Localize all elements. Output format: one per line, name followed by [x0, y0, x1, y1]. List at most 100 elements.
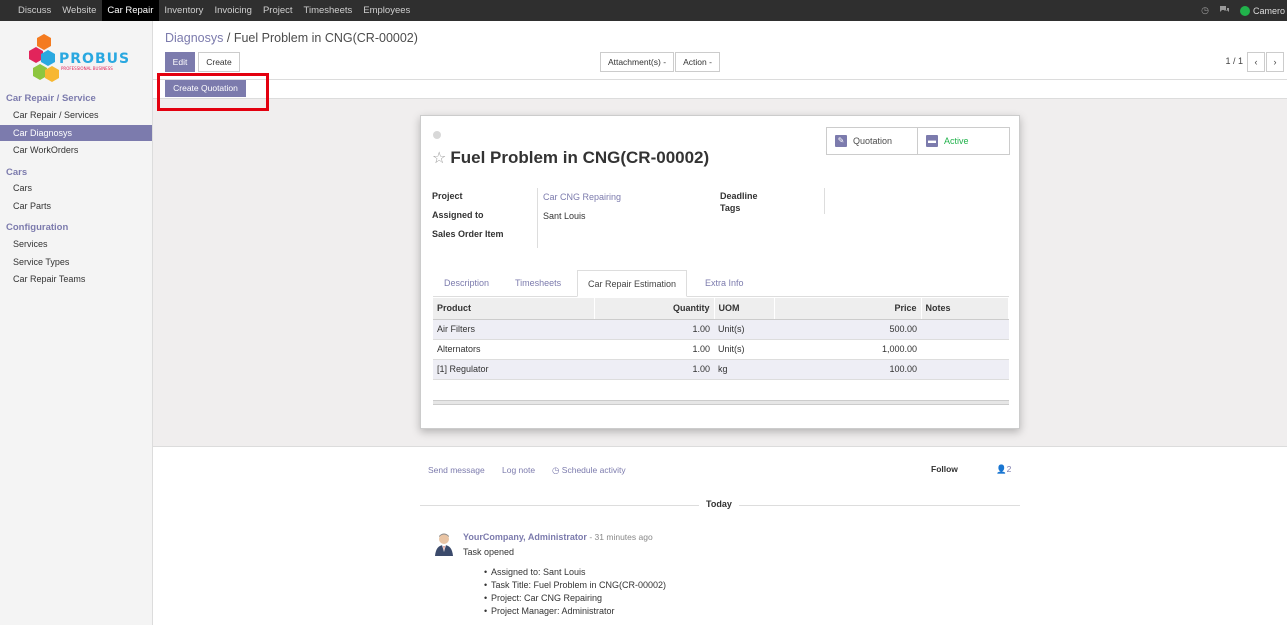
- cell-quantity: 1.00: [594, 319, 714, 340]
- tags-label: Tags: [720, 203, 741, 213]
- breadcrumb: Diagnosys / Fuel Problem in CNG(CR-00002…: [165, 31, 418, 45]
- kanban-state-indicator[interactable]: [433, 131, 441, 139]
- tab-timesheets[interactable]: Timesheets: [505, 270, 571, 297]
- project-field[interactable]: Car CNG Repairing: [543, 192, 621, 202]
- cell-uom: Unit(s): [714, 319, 774, 340]
- menu-timesheets[interactable]: Timesheets: [298, 0, 358, 21]
- cell-notes: [921, 319, 1009, 340]
- menu-discuss[interactable]: Discuss: [0, 0, 57, 21]
- star-icon[interactable]: ☆: [432, 148, 446, 168]
- notebook-tabs: Description Timesheets Car Repair Estima…: [433, 270, 1009, 297]
- tab-extra-info[interactable]: Extra Info: [695, 270, 754, 297]
- cell-price: 1,000.00: [774, 339, 921, 360]
- log-note-link[interactable]: Log note: [502, 465, 535, 475]
- pencil-icon: ✎: [835, 135, 847, 147]
- app-menu: Discuss Website Car Repair Inventory Inv…: [0, 0, 416, 21]
- logo-text: PROBUSE: [59, 51, 128, 67]
- pager-previous-button[interactable]: ‹: [1247, 52, 1265, 72]
- sidebar: PROBUSE PROFESSIONAL BUSINESS Car Repair…: [0, 21, 153, 625]
- sidebar-item-services[interactable]: Services: [0, 236, 152, 252]
- column-price[interactable]: Price: [774, 298, 922, 320]
- tab-car-repair-estimation[interactable]: Car Repair Estimation: [577, 270, 688, 297]
- sidebar-item-cars[interactable]: Cars: [0, 180, 152, 196]
- chevron-right-icon: ›: [1273, 57, 1277, 67]
- active-toggle-button[interactable]: ▬ Active: [917, 127, 1010, 155]
- send-message-link[interactable]: Send message: [428, 465, 485, 475]
- schedule-activity-label: Schedule activity: [561, 465, 626, 475]
- archive-icon: ▬: [926, 135, 938, 147]
- column-uom[interactable]: UOM: [714, 298, 775, 320]
- assigned-to-label: Assigned to: [432, 210, 484, 220]
- list-item: Assigned to: Sant Louis: [484, 566, 666, 579]
- top-navbar: Discuss Website Car Repair Inventory Inv…: [0, 0, 1287, 21]
- record-title-text: Fuel Problem in CNG(CR-00002): [450, 148, 710, 167]
- list-item: Project: Car CNG Repairing: [484, 592, 666, 605]
- user-name: Camero: [1252, 5, 1285, 16]
- cell-quantity: 1.00: [594, 359, 714, 380]
- followers-button[interactable]: 👤2: [996, 464, 1011, 475]
- column-quantity[interactable]: Quantity: [594, 298, 715, 320]
- cell-uom: Unit(s): [714, 339, 774, 360]
- form-sheet: ☆ Fuel Problem in CNG(CR-00002) ✎ Quotat…: [420, 115, 1020, 429]
- sales-order-item-label: Sales Order Item: [432, 229, 504, 239]
- sidebar-item-service-types[interactable]: Service Types: [0, 254, 152, 270]
- breadcrumb-parent[interactable]: Diagnosys: [165, 31, 223, 45]
- sidebar-item-car-workorders[interactable]: Car WorkOrders: [0, 142, 152, 158]
- chat-icon[interactable]: [1219, 5, 1230, 16]
- message-author[interactable]: YourCompany, Administrator: [463, 532, 587, 542]
- list-item: Task Title: Fuel Problem in CNG(CR-00002…: [484, 579, 666, 592]
- attachments-dropdown[interactable]: Attachment(s) -: [600, 52, 674, 72]
- pager-value[interactable]: 1 / 1: [1225, 56, 1243, 66]
- sidebar-section-car-repair: Car Repair / Service: [6, 93, 96, 104]
- users-icon: 👤: [996, 464, 1007, 474]
- schedule-activity-link[interactable]: ◷ Schedule activity: [552, 465, 626, 476]
- pager-next-button[interactable]: ›: [1266, 52, 1284, 72]
- tracking-values: Assigned to: Sant Louis Task Title: Fuel…: [484, 566, 666, 618]
- message-header: YourCompany, Administrator - 31 minutes …: [463, 532, 653, 542]
- cell-quantity: 1.00: [594, 339, 714, 360]
- sidebar-item-car-repair-services[interactable]: Car Repair / Services: [0, 107, 152, 123]
- cell-price: 100.00: [774, 359, 921, 380]
- table-footer: [433, 400, 1009, 405]
- user-menu[interactable]: Camero: [1239, 5, 1287, 16]
- estimation-table: Product Quantity UOM Price Notes Air Fil…: [433, 298, 1009, 380]
- menu-invoicing[interactable]: Invoicing: [209, 0, 258, 21]
- table-row[interactable]: [1] Regulator 1.00 kg 100.00: [433, 359, 1009, 380]
- cell-price: 500.00: [774, 319, 921, 340]
- list-item: Project Manager: Administrator: [484, 605, 666, 618]
- message-body: Task opened: [463, 547, 515, 557]
- active-stat-label: Active: [944, 136, 969, 146]
- menu-employees[interactable]: Employees: [358, 0, 416, 21]
- sidebar-item-car-diagnosys[interactable]: Car Diagnosys: [0, 125, 152, 141]
- clock-icon[interactable]: ◷: [1201, 5, 1209, 16]
- column-notes[interactable]: Notes: [921, 298, 1009, 320]
- follow-button[interactable]: Follow: [931, 464, 958, 474]
- sidebar-item-car-repair-teams[interactable]: Car Repair Teams: [0, 271, 152, 287]
- systray: ◷ Camero: [1201, 0, 1287, 21]
- table-row[interactable]: Air Filters 1.00 Unit(s) 500.00: [433, 319, 1009, 340]
- quotation-stat-button[interactable]: ✎ Quotation: [826, 127, 918, 155]
- menu-website[interactable]: Website: [57, 0, 102, 21]
- cell-uom: kg: [714, 359, 774, 380]
- menu-car-repair[interactable]: Car Repair: [101, 0, 159, 21]
- field-separator-right: [824, 188, 825, 214]
- project-label: Project: [432, 191, 463, 201]
- edit-button[interactable]: Edit: [165, 52, 195, 72]
- tab-description[interactable]: Description: [434, 270, 499, 297]
- logo-tagline: PROFESSIONAL BUSINESS: [61, 66, 113, 71]
- deadline-label: Deadline: [720, 191, 758, 201]
- menu-inventory[interactable]: Inventory: [159, 0, 209, 21]
- control-panel: Diagnosys / Fuel Problem in CNG(CR-00002…: [153, 21, 1287, 80]
- assigned-to-field[interactable]: Sant Louis: [543, 211, 586, 221]
- cell-product: [1] Regulator: [433, 359, 594, 380]
- table-row[interactable]: Alternators 1.00 Unit(s) 1,000.00: [433, 339, 1009, 360]
- user-avatar: [1239, 5, 1250, 16]
- message-time: - 31 minutes ago: [589, 532, 653, 542]
- action-dropdown[interactable]: Action -: [675, 52, 720, 72]
- menu-project[interactable]: Project: [257, 0, 298, 21]
- cell-notes: [921, 359, 1009, 380]
- sidebar-item-car-parts[interactable]: Car Parts: [0, 198, 152, 214]
- create-button[interactable]: Create: [198, 52, 240, 72]
- day-separator-label: Today: [699, 499, 739, 509]
- column-product[interactable]: Product: [433, 298, 595, 320]
